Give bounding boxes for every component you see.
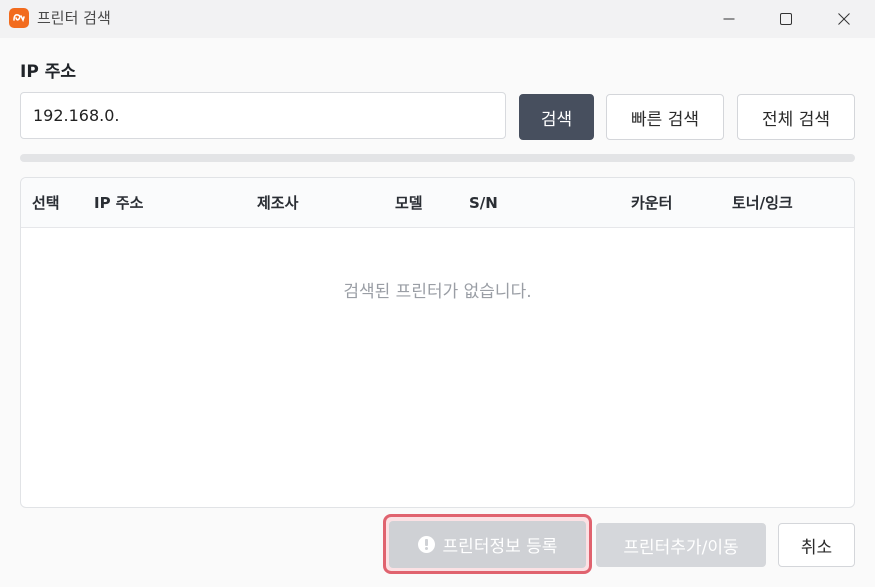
full-search-button[interactable]: 전체 검색	[737, 94, 855, 140]
column-header-model[interactable]: 모델	[395, 193, 423, 213]
maximize-button[interactable]	[763, 0, 809, 38]
dialog-content: IP 주소 검색 빠른 검색 전체 검색 선택 IP 주소 제조사 모델 S/N…	[0, 38, 875, 587]
register-printer-info-button[interactable]: 프린터정보 등록	[389, 521, 586, 568]
minimize-icon	[723, 18, 735, 20]
minimize-button[interactable]	[706, 0, 752, 38]
printer-table: 선택 IP 주소 제조사 모델 S/N 카운터 토너/잉크 검색된 프린터가 없…	[20, 177, 855, 508]
column-header-manufacturer[interactable]: 제조사	[257, 193, 298, 213]
app-logo-icon	[9, 8, 29, 28]
column-header-select[interactable]: 선택	[32, 193, 60, 213]
quick-search-button[interactable]: 빠른 검색	[606, 94, 724, 140]
alert-icon	[417, 536, 435, 553]
column-header-serial[interactable]: S/N	[469, 193, 498, 213]
add-move-printer-button[interactable]: 프린터추가/이동	[596, 523, 766, 567]
cancel-button[interactable]: 취소	[778, 523, 855, 567]
register-printer-info-label: 프린터정보 등록	[442, 537, 558, 557]
column-header-toner[interactable]: 토너/잉크	[732, 193, 793, 213]
window-title: 프린터 검색	[37, 9, 111, 27]
column-header-counter[interactable]: 카운터	[631, 193, 672, 213]
close-icon	[838, 13, 850, 25]
column-header-ip[interactable]: IP 주소	[94, 193, 143, 213]
ip-address-label: IP 주소	[20, 62, 76, 82]
ip-address-input[interactable]	[20, 92, 506, 139]
table-header: 선택 IP 주소 제조사 모델 S/N 카운터 토너/잉크	[21, 178, 854, 228]
maximize-icon	[780, 13, 792, 25]
search-progress-bar	[20, 154, 855, 162]
close-button[interactable]	[821, 0, 867, 38]
empty-table-message: 검색된 프린터가 없습니다.	[343, 282, 532, 302]
title-bar: 프린터 검색	[0, 0, 875, 38]
search-button[interactable]: 검색	[519, 94, 594, 140]
